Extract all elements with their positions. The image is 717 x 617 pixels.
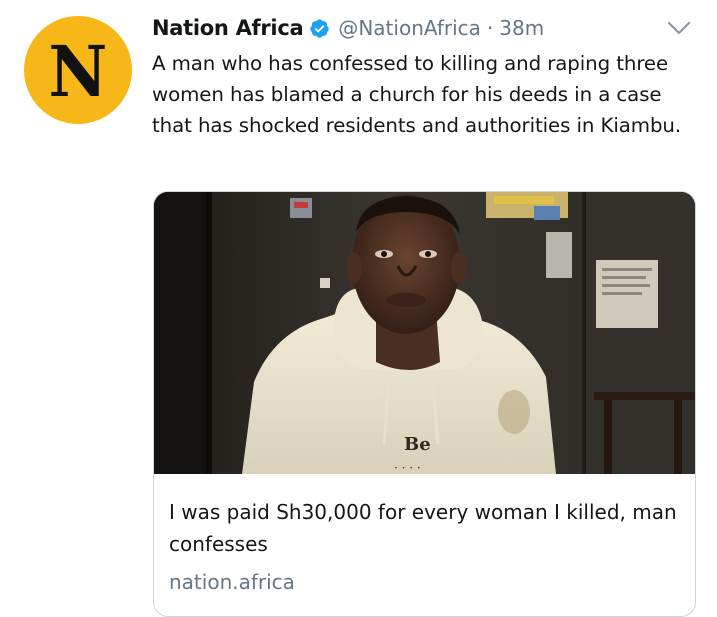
link-card[interactable]: Be · · · · I was paid Sh30,000 for every… (153, 191, 696, 617)
user-handle[interactable]: @NationAfrica (338, 16, 481, 40)
display-name[interactable]: Nation Africa (152, 16, 304, 40)
verified-badge-icon (309, 18, 330, 39)
avatar[interactable]: N (24, 16, 132, 124)
card-title[interactable]: I was paid Sh30,000 for every woman I ki… (169, 496, 684, 560)
avatar-logo-letter: N (48, 30, 108, 113)
tweet-text: A man who has confessed to killing and r… (152, 52, 682, 137)
separator-dot: · (486, 16, 494, 40)
hoodie-print-text: Be (404, 434, 431, 455)
card-image: Be · · · · (154, 192, 695, 474)
svg-text:· · · ·: · · · · (394, 461, 421, 474)
timestamp[interactable]: 38m (499, 16, 544, 40)
tweet: N Nation Africa @NationAfrica · 38m A ma… (0, 0, 717, 617)
tweet-header: Nation Africa @NationAfrica · 38m (152, 12, 544, 44)
chevron-down-icon[interactable] (664, 16, 694, 40)
card-domain[interactable]: nation.africa (169, 566, 295, 598)
